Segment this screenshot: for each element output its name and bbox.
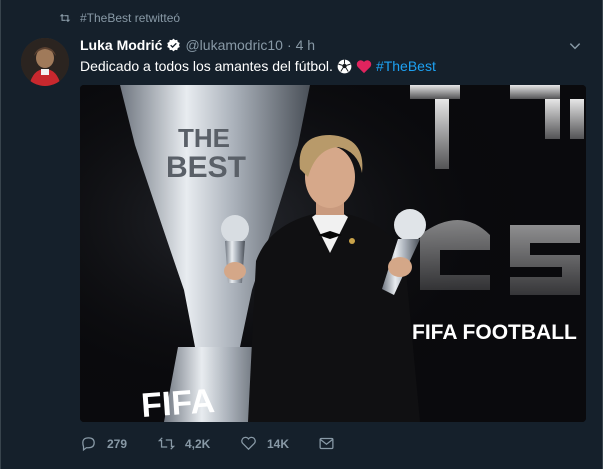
reply-count: 279 xyxy=(107,436,128,451)
author-name[interactable]: Luka Modrić xyxy=(80,37,162,53)
verified-badge-icon xyxy=(167,38,181,51)
retweet-context-text[interactable]: #TheBest retwitteó xyxy=(80,11,180,25)
tweet-body: Dedicado a todos los amantes del fútbol. xyxy=(80,58,333,74)
reply-icon xyxy=(82,437,95,452)
separator-dot: · xyxy=(286,37,292,53)
trophy-base-text: FIFA xyxy=(140,382,216,422)
tweet-timestamp[interactable]: 4 h xyxy=(296,37,315,53)
trophy-text-best: BEST xyxy=(166,151,246,184)
like-button[interactable]: 14K xyxy=(240,435,318,452)
tweet-text: Dedicado a todos los amantes del fútbol.… xyxy=(80,57,582,75)
retweet-count: 4,2K xyxy=(185,436,211,451)
like-count: 14K xyxy=(267,436,290,451)
avatar[interactable] xyxy=(21,38,69,86)
soccer-ball-emoji xyxy=(337,59,352,73)
author-handle[interactable]: @lukamodric10 xyxy=(185,37,282,53)
hashtag-link[interactable]: #TheBest xyxy=(376,57,436,75)
envelope-icon xyxy=(319,437,334,450)
tweet[interactable]: #TheBest retwitteó Luka Modrić @lukamodr… xyxy=(0,0,603,469)
direct-message-button[interactable] xyxy=(318,435,335,452)
retweet-icon xyxy=(59,13,71,23)
tweet-photo[interactable]: THE BEST FIFA FIFA FOOTBALL xyxy=(80,85,586,422)
retweet-button[interactable]: 4,2K xyxy=(158,435,240,452)
retweet-icon xyxy=(158,437,175,450)
heart-icon xyxy=(241,436,256,451)
trophy-text-the: THE xyxy=(178,123,230,153)
retweet-context: #TheBest retwitteó xyxy=(58,11,180,25)
tweet-header: Luka Modrić @lukamodric10 · 4 h xyxy=(80,37,582,53)
red-heart-emoji xyxy=(356,59,372,73)
chevron-down-icon[interactable] xyxy=(568,39,582,53)
backdrop-text: FIFA FOOTBALL xyxy=(412,321,577,344)
tweet-actions: 279 4,2K 14K xyxy=(80,435,335,452)
reply-button[interactable]: 279 xyxy=(80,435,158,452)
